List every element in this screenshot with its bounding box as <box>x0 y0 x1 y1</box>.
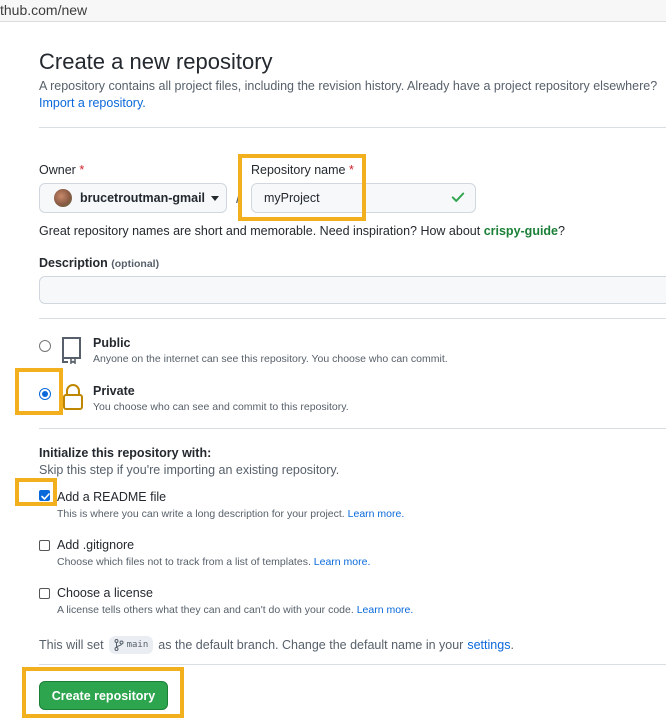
private-radio[interactable] <box>39 388 51 400</box>
divider <box>39 127 666 128</box>
private-title: Private <box>93 384 135 398</box>
initialize-subtitle: Skip this step if you're importing an ex… <box>39 463 340 477</box>
readme-description: This is where you can write a long descr… <box>57 508 405 520</box>
divider <box>39 318 666 319</box>
url-text[interactable]: thub.com/new <box>0 2 87 18</box>
readme-checkbox[interactable] <box>39 490 50 501</box>
lock-icon <box>63 384 83 410</box>
page-subtitle: A repository contains all project files,… <box>39 79 658 93</box>
divider <box>39 428 666 429</box>
description-input[interactable] <box>39 276 666 304</box>
browser-url-bar[interactable]: thub.com/new <box>0 0 666 22</box>
repository-name-input[interactable]: myProject <box>251 183 476 213</box>
owner-name: brucetroutman-gmail <box>80 191 206 205</box>
repo-icon <box>62 337 81 364</box>
default-branch-info: This will set main as the default branch… <box>39 636 514 654</box>
checkmark-icon <box>41 493 50 500</box>
import-repository-link[interactable]: Import a repository. <box>39 96 146 110</box>
repository-name-value[interactable]: myProject <box>264 191 320 205</box>
owner-dropdown[interactable]: brucetroutman-gmail <box>39 183 227 213</box>
owner-label: Owner * <box>39 163 85 177</box>
public-description: Anyone on the internet can see this repo… <box>93 353 448 365</box>
private-description: You choose who can see and commit to thi… <box>93 401 349 413</box>
owner-repo-separator: / <box>236 190 241 207</box>
gitignore-title: Add .gitignore <box>57 538 135 552</box>
license-checkbox[interactable] <box>39 588 50 599</box>
git-branch-icon <box>114 639 124 651</box>
chevron-down-icon <box>211 195 220 201</box>
check-icon <box>451 192 465 202</box>
gitignore-learn-more-link[interactable]: Learn more. <box>314 556 371 568</box>
divider <box>39 664 666 665</box>
public-radio[interactable] <box>39 340 51 352</box>
avatar <box>54 189 72 207</box>
description-label: Description (optional) <box>39 256 160 270</box>
license-title: Choose a license <box>57 586 153 600</box>
create-repository-button[interactable]: Create repository <box>39 681 168 710</box>
settings-link[interactable]: settings <box>467 638 510 652</box>
initialize-title: Initialize this repository with: <box>39 446 212 460</box>
name-hint: Great repository names are short and mem… <box>39 224 565 238</box>
page-title: Create a new repository <box>39 49 273 74</box>
public-title: Public <box>93 336 131 350</box>
suggested-name-link[interactable]: crispy-guide <box>484 224 558 238</box>
readme-title: Add a README file <box>57 490 167 504</box>
license-learn-more-link[interactable]: Learn more. <box>357 604 414 616</box>
readme-learn-more-link[interactable]: Learn more. <box>348 508 405 520</box>
gitignore-description: Choose which files not to track from a l… <box>57 556 371 568</box>
branch-badge: main <box>108 636 154 654</box>
repository-name-label: Repository name * <box>251 163 354 177</box>
gitignore-checkbox[interactable] <box>39 540 50 551</box>
license-description: A license tells others what they can and… <box>57 604 414 616</box>
